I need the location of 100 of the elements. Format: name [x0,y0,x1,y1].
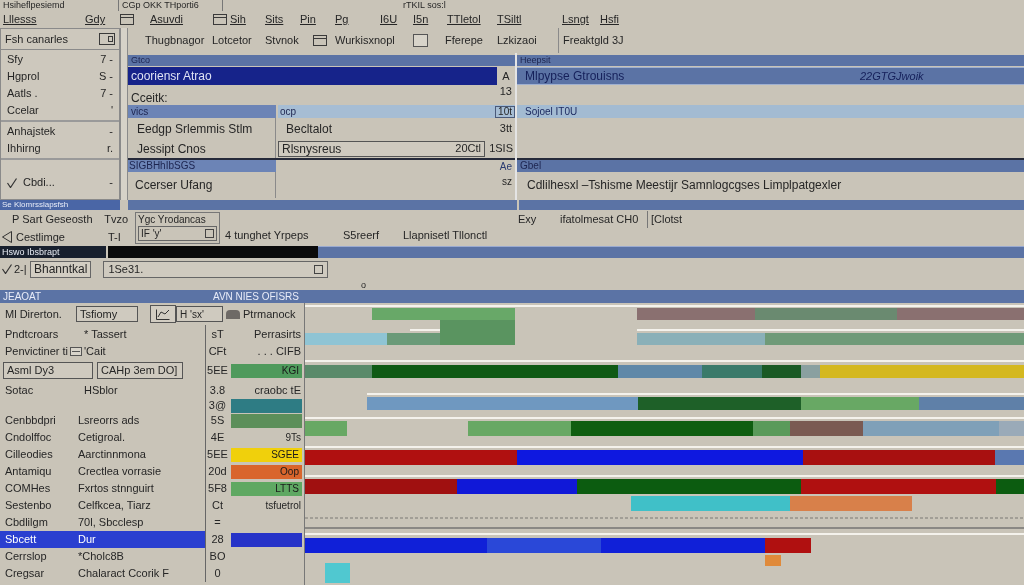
sidebar-item[interactable]: Ihhirng r. [1,140,119,157]
tool-label[interactable]: Cestlimge [16,228,65,246]
list-row[interactable]: Cbdlilgm 70l, Sbcclesp [0,514,205,531]
form-note: . . . CIFB [256,344,302,360]
sidebar-item[interactable]: Anhajstek - [1,123,119,140]
input-field[interactable]: Rlsnysreus 20Ctl [278,140,485,157]
tool-button[interactable]: 4 tunghet Yrpeps [225,228,309,241]
section-side: Ae [499,159,513,174]
menu-item[interactable]: Sih [230,11,246,28]
input-field[interactable]: IF 'y' [138,226,217,241]
search-field[interactable]: 1Se31. [103,260,329,278]
tool-button[interactable]: Llapnisetl Tllonctl [403,228,488,241]
field-amount: 20Ctl [455,141,481,157]
menu-item[interactable]: Hsfi [600,11,619,28]
menu-item[interactable]: TSiltl [497,11,522,28]
header-title: AVN NIES OFISRS [213,290,299,303]
section-header: SIGBHhIbSGS [128,160,276,172]
header-label: JEAOAT [2,290,43,303]
graph-button[interactable] [150,305,176,323]
toolbar-button[interactable]: Stvnok [265,32,299,49]
code-cell: = [205,514,229,531]
menu-item[interactable]: Gdy [85,11,106,28]
menu-item[interactable]: Lllesss [3,11,37,28]
input-field[interactable]: CAHp 3em DO] [97,362,183,379]
list-row[interactable]: COMHes Fxrtos stnnguirt [0,480,205,497]
caption-text: Cceitk: [130,91,168,105]
form-label: Penvictiner ti [5,344,68,360]
list-row[interactable]: Cndolffoc Cetigroal. [0,429,205,446]
list-row[interactable]: Antamiqu Crectlea vorrasie [0,463,205,480]
filter-button[interactable]: Bhanntkal [30,260,92,278]
code-cell: BO [205,548,229,565]
marker-text: o [361,280,366,290]
count-text: 13 [499,85,513,97]
field-value: Tsfiomy [80,306,118,322]
scrollbar[interactable] [120,28,128,200]
sidebar-item[interactable]: Ccelar ' [1,102,119,119]
menu-item[interactable]: Pin [300,11,316,28]
row-value: 22GTGJwoik [860,68,924,84]
menu-item[interactable]: Pg [335,11,349,28]
list-row[interactable]: Cerrslop *Cholc8B [0,548,205,565]
toolbar-button[interactable]: Lzkizaoi [497,32,537,49]
field-value: H 'sx' [180,307,204,322]
code-cell: Ct [205,497,229,514]
path-label: Hswo Ibsbrapt [0,246,106,258]
link-text[interactable]: Ptrmanock [243,305,296,323]
triangle-icon[interactable] [2,231,12,243]
window-icon[interactable] [213,14,227,25]
menu-item[interactable]: Sits [265,11,284,28]
footer-field[interactable]: ifatolmesat CH0 [560,211,648,228]
menu-item[interactable]: I6U [380,11,398,28]
window-icon[interactable] [120,14,134,25]
tool-button[interactable]: S5reerf [343,228,380,241]
list-row[interactable]: Cenbbdpri Lsreorrs ads [0,412,205,429]
toolbar-button[interactable]: Fferepe [445,32,483,49]
list-row[interactable]: Sestenbo Celfkcea, Tiarz [0,497,205,514]
panel-icon[interactable] [99,33,115,45]
footer-link[interactable]: [Clotst [648,211,683,228]
color-tag: KGI [231,363,302,378]
square-icon[interactable] [314,264,324,274]
window-tab[interactable]: CGp OKK THporti6 [118,0,223,11]
app-title: Hsiheflpesiemd [2,0,66,11]
sidebar-item[interactable]: Hgprol S - [1,68,119,85]
form-label: Pndtcroars [5,326,59,342]
table-cell-text: Becltalot [285,120,334,138]
gantt-bar [765,555,781,566]
panel-header: Gtco [128,55,515,66]
toolbar-button[interactable]: Thugbnagor [145,32,205,49]
shortcut-text: T-I [108,229,121,245]
column-header: ocp [279,105,297,118]
list-row[interactable]: Cilleodies Aarctinnmona [0,446,205,463]
input-field[interactable]: Tsfiomy [76,306,138,322]
toolbar-button[interactable]: Wurkisxnopl [335,32,395,49]
menu-item[interactable]: TTletol [447,11,481,28]
menu-item[interactable]: I5n [413,11,429,28]
subheader: Sojoel IT0U [517,105,1024,118]
window-icon[interactable] [313,35,327,46]
list-item[interactable]: cooriensr Atrao [128,67,497,85]
row-title: Mlpypse Gtrouisns [524,68,626,85]
form-label: Ml Direrton. [4,306,63,322]
column-header: 10t [495,105,515,118]
sidebar-item[interactable]: Aatls . 7 - [1,85,119,102]
square-icon[interactable] [205,229,214,238]
input-field[interactable]: Asml Dy3 [3,362,93,379]
sidebar-item[interactable]: Cbdi... - [1,174,119,191]
sidebar-item[interactable]: Sfy 7 - [1,51,119,68]
tool-label[interactable]: P Sart Geseosth [12,210,93,228]
input-field[interactable] [413,34,428,47]
list-row[interactable]: Sbcett Dur [0,531,205,548]
field-value: IF 'y' [141,227,162,241]
list-row[interactable]: Cregsar Chalaract Ccorik F [0,565,205,582]
toolbar-button[interactable]: Lotcetor [212,32,252,49]
mound-icon [226,309,240,319]
group-title: Ygc Yrodancas [138,213,207,226]
input-field[interactable]: H 'sx' [176,306,223,322]
menu-item[interactable]: Lsngt [562,11,589,28]
form-value: HSblor [83,382,119,398]
gantt-bar [305,421,347,436]
menu-item[interactable]: Asuvdi [150,11,184,28]
field-value: Rlsnysreus [282,140,342,158]
tray-icon [70,347,82,356]
